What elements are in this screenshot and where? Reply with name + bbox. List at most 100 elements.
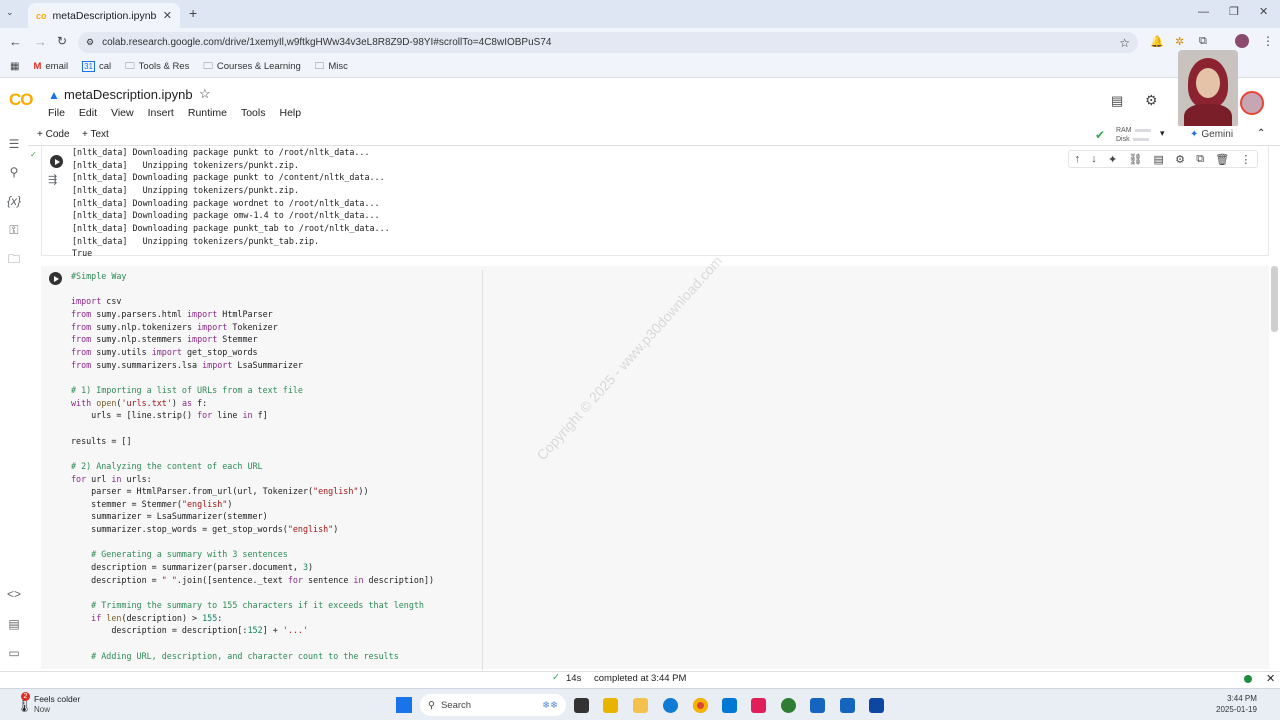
add-code-button[interactable]: + Code <box>37 129 70 140</box>
secrets-key-icon[interactable]: ⚿ <box>6 222 22 238</box>
extension-gear-icon[interactable]: ✲ <box>1175 35 1184 48</box>
bookmark-cal[interactable]: 31 cal <box>82 61 111 72</box>
output-actions-icon[interactable]: ⇶ <box>48 173 57 186</box>
editor-ruler <box>482 270 483 670</box>
forward-icon[interactable]: → <box>34 34 47 49</box>
gemini-cell-icon[interactable]: ✦ <box>1108 153 1117 166</box>
folder-icon: 🗀 <box>203 60 213 72</box>
word-icon[interactable] <box>810 698 825 713</box>
table-of-contents-icon[interactable]: ☰ <box>6 136 22 152</box>
star-icon[interactable]: ☆ <box>199 86 211 102</box>
move-down-icon[interactable]: ↓ <box>1091 153 1097 165</box>
address-bar[interactable]: ⚙ colab.research.google.com/drive/1xemyI… <box>78 32 1138 53</box>
extension-bell-icon[interactable]: 🔔 <box>1150 35 1164 48</box>
calendar-icon: 31 <box>82 61 95 72</box>
site-info-icon[interactable]: ⚙ <box>86 37 94 48</box>
copilot-icon[interactable] <box>603 698 618 713</box>
drive-icon: ▲ <box>48 88 60 102</box>
menu-bar: File Edit View Insert Runtime Tools Help <box>48 107 301 119</box>
variables-icon[interactable]: {x} <box>6 193 22 209</box>
scrollbar-thumb[interactable] <box>1271 266 1278 332</box>
collapse-header-icon[interactable]: ⌃ <box>1257 128 1265 139</box>
output-text: [nltk_data] Downloading package punkt to… <box>72 147 390 259</box>
colab-logo[interactable]: CO <box>9 90 33 110</box>
close-status-icon[interactable]: ✕ <box>1266 672 1275 685</box>
command-palette-icon[interactable]: ▤ <box>6 616 22 632</box>
add-text-button[interactable]: + Text <box>82 129 109 140</box>
file-explorer-icon[interactable] <box>633 698 648 713</box>
tab-list-icon[interactable]: ⌄ <box>6 7 14 18</box>
menu-edit[interactable]: Edit <box>79 107 97 119</box>
close-window-icon[interactable]: ✕ <box>1259 5 1268 18</box>
back-icon[interactable]: ← <box>9 34 22 49</box>
edge-icon[interactable] <box>663 698 678 713</box>
move-up-icon[interactable]: ↑ <box>1075 153 1081 165</box>
slack-icon[interactable] <box>751 698 766 713</box>
notebook-title[interactable]: metaDescription.ipynb <box>64 87 193 102</box>
more-options-icon[interactable]: ⋮ <box>1240 153 1251 166</box>
menu-view[interactable]: View <box>111 107 134 119</box>
settings-gear-icon[interactable]: ⚙ <box>1145 92 1158 109</box>
completion-status[interactable]: completed at 3:44 PM <box>594 673 686 684</box>
menu-help[interactable]: Help <box>279 107 301 119</box>
app-icon[interactable] <box>781 698 796 713</box>
extensions-puzzle-icon[interactable]: ⧉ <box>1199 35 1207 48</box>
delete-icon[interactable]: 🗑 <box>1215 153 1229 166</box>
profile-avatar[interactable] <box>1235 34 1249 48</box>
comment-icon[interactable]: ▤ <box>1154 153 1164 166</box>
bookmark-email[interactable]: Memail <box>33 61 68 72</box>
menu-runtime[interactable]: Runtime <box>188 107 227 119</box>
search-highlight-icon: ❄❄ <box>542 699 558 711</box>
bookmark-folder-tools[interactable]: 🗀 Tools & Res <box>125 59 189 75</box>
close-tab-icon[interactable]: ✕ <box>163 9 172 22</box>
webcam-overlay <box>1178 50 1238 128</box>
menu-insert[interactable]: Insert <box>148 107 174 119</box>
weather-title: Feels colder <box>34 694 81 704</box>
task-view-icon[interactable] <box>574 698 589 713</box>
restore-icon[interactable]: ❐ <box>1229 5 1239 18</box>
new-tab-icon[interactable]: + <box>189 5 197 21</box>
browser-menu-icon[interactable]: ⋮ <box>1262 34 1274 48</box>
browser-tab-active[interactable]: co metaDescription.ipynb - Colab ✕ <box>28 3 180 28</box>
code-editor[interactable]: #Simple Way import csv from sumy.parsers… <box>71 270 434 662</box>
bookmark-folder-misc[interactable]: 🗀 Misc <box>315 59 348 75</box>
link-icon[interactable]: ⛓ <box>1128 153 1142 166</box>
menu-tools[interactable]: Tools <box>241 107 266 119</box>
minimize-icon[interactable]: — <box>1198 6 1209 18</box>
tab-title: metaDescription.ipynb - Colab <box>52 9 157 22</box>
vscode-icon[interactable] <box>722 698 737 713</box>
bookmark-folder-courses[interactable]: 🗀 Courses & Learning <box>203 59 300 75</box>
cell-settings-icon[interactable]: ⚙ <box>1175 153 1185 166</box>
code-snippets-icon[interactable]: <> <box>6 586 22 602</box>
left-sidebar: ☰ ⚲ {x} ⚿ 🗀 <> ▤ ▭ <box>0 126 28 671</box>
gemini-button[interactable]: ✦ Gemini <box>1190 129 1233 140</box>
reload-icon[interactable]: ↻ <box>57 34 67 48</box>
apps-grid-icon[interactable]: ▦ <box>10 61 19 72</box>
run-cell-button[interactable] <box>49 272 62 285</box>
mirror-cell-icon[interactable]: ⧉ <box>1196 153 1204 166</box>
browser-nav-bar: ← → ↻ ⚙ colab.research.google.com/drive/… <box>0 28 1280 56</box>
resource-dropdown-icon[interactable]: ▾ <box>1160 128 1165 139</box>
comments-icon[interactable]: ▤ <box>1111 93 1123 109</box>
run-success-icon: ✓ <box>30 150 37 159</box>
outlook-icon[interactable] <box>869 698 884 713</box>
start-windows-icon[interactable] <box>396 697 412 713</box>
menu-file[interactable]: File <box>48 107 65 119</box>
run-cell-button[interactable] <box>50 155 63 168</box>
gemini-sparkle-icon: ✦ <box>1190 129 1199 140</box>
bookmark-star-icon[interactable]: ☆ <box>1119 36 1130 50</box>
bookmarks-bar: ▦ Memail 31 cal 🗀 Tools & Res 🗀 Courses & L… <box>0 56 1280 78</box>
system-clock[interactable]: 3:44 PM 2025-01-19 <box>1216 693 1257 715</box>
search-icon[interactable]: ⚲ <box>6 164 22 180</box>
files-folder-icon[interactable]: 🗀 <box>6 252 22 268</box>
chrome-icon[interactable] <box>693 698 708 713</box>
connected-check-icon: ✔ <box>1095 128 1106 142</box>
search-icon: ⚲ <box>428 699 435 711</box>
terminal-icon[interactable]: ▭ <box>6 645 22 661</box>
weather-widget[interactable]: 🌡 2 Feels colder Now <box>12 692 132 718</box>
taskbar-search[interactable]: ⚲ Search ❄❄ <box>420 694 566 716</box>
docs-icon[interactable] <box>840 698 855 713</box>
user-avatar[interactable] <box>1240 91 1264 115</box>
resource-meter[interactable]: RAM Disk <box>1116 126 1151 144</box>
colab-favicon-icon: co <box>36 10 47 21</box>
